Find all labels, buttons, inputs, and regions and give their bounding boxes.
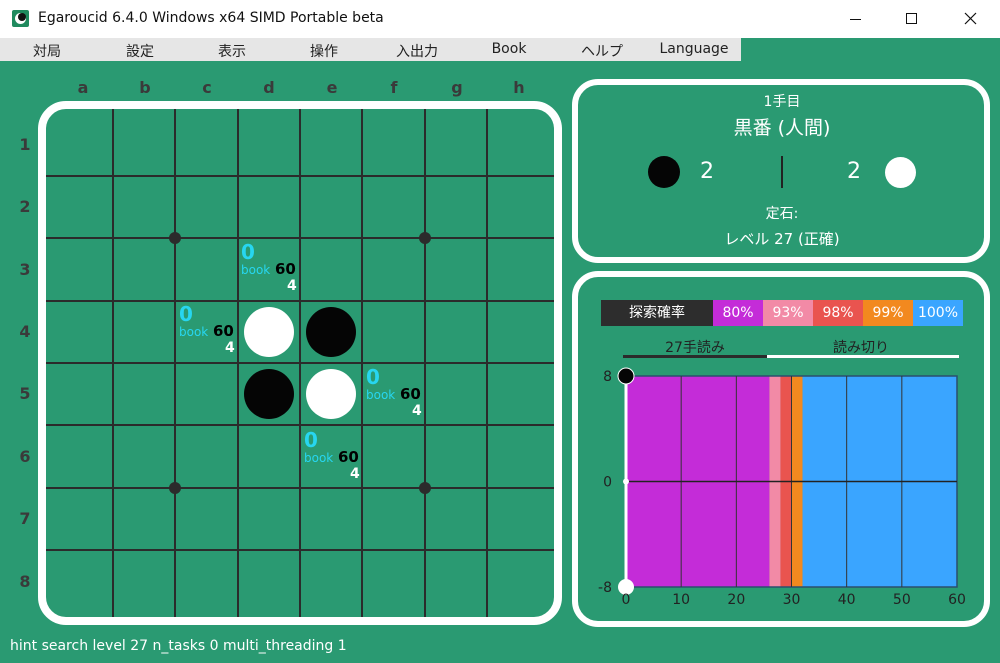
hint-depth: 4 xyxy=(287,278,297,294)
legend-80: 80% xyxy=(713,300,763,326)
legend-93: 93% xyxy=(763,300,813,326)
move-number: 1手目 xyxy=(763,94,801,110)
game-board[interactable]: 0 book 60 4 0 book 60 4 0 book 60 4 0 bo… xyxy=(38,101,562,625)
black-stone xyxy=(306,307,356,357)
hint-value: 0 xyxy=(179,302,193,326)
x-tick-label: 20 xyxy=(727,592,745,608)
column-label: c xyxy=(202,78,212,97)
tab-endgame[interactable]: 読み切り xyxy=(796,337,926,357)
title-bar: Egaroucid 6.4.0 Windows x64 SIMD Portabl… xyxy=(0,0,1000,38)
column-label: e xyxy=(326,78,338,97)
black-count: 2 xyxy=(700,159,714,184)
maximize-icon xyxy=(906,13,917,24)
menu-language[interactable]: Language xyxy=(654,41,734,57)
x-tick-label: 30 xyxy=(783,592,801,608)
row-label: 4 xyxy=(19,322,31,341)
hint-level: 60 xyxy=(275,260,296,278)
column-label: b xyxy=(139,78,151,97)
hint-cell-d3[interactable]: 0 book 60 4 xyxy=(239,239,300,300)
x-tick-label: 10 xyxy=(672,592,690,608)
white-disc-icon xyxy=(885,157,916,188)
hint-book-label: book xyxy=(179,325,209,339)
app-icon xyxy=(12,10,29,27)
menu-settings[interactable]: 設定 xyxy=(100,41,180,61)
column-label: a xyxy=(77,78,89,97)
column-label: g xyxy=(451,78,463,97)
menu-io[interactable]: 入出力 xyxy=(377,41,457,61)
row-label: 7 xyxy=(19,509,31,528)
menu-help[interactable]: ヘルプ xyxy=(562,41,642,61)
hint-book-label: book xyxy=(366,388,396,402)
row-label: 1 xyxy=(19,135,31,154)
hint-cell-c4[interactable]: 0 book 60 4 xyxy=(177,301,238,362)
row-label: 6 xyxy=(19,447,31,466)
hint-level: 60 xyxy=(338,448,359,466)
x-tick-label: 60 xyxy=(948,592,966,608)
y-tick-label: 8 xyxy=(603,369,612,385)
close-icon xyxy=(964,12,977,25)
board-grid xyxy=(46,109,554,617)
black-disc-icon xyxy=(648,156,680,188)
hint-book-label: book xyxy=(304,451,334,465)
graph-black-marker xyxy=(617,367,635,385)
minimize-icon xyxy=(850,19,861,20)
black-stone xyxy=(244,369,294,419)
white-stone xyxy=(244,307,294,357)
menu-operation[interactable]: 操作 xyxy=(284,41,364,61)
close-button[interactable] xyxy=(946,0,992,38)
hint-level: 60 xyxy=(400,385,421,403)
row-label: 2 xyxy=(19,197,31,216)
row-label: 5 xyxy=(19,384,31,403)
column-label: d xyxy=(263,78,275,97)
menu-book[interactable]: Book xyxy=(469,41,549,57)
hint-depth: 4 xyxy=(225,340,235,356)
tab-underline-right xyxy=(767,355,959,358)
y-tick-label: -8 xyxy=(598,580,612,596)
hint-level: 60 xyxy=(213,322,234,340)
hint-depth: 4 xyxy=(412,403,422,419)
x-tick-label: 40 xyxy=(838,592,856,608)
column-label: f xyxy=(390,78,398,97)
hint-cell-e6[interactable]: 0 book 60 4 xyxy=(302,427,363,488)
menu-game[interactable]: 対局 xyxy=(7,41,87,61)
legend-98: 98% xyxy=(813,300,863,326)
tab-underline-left xyxy=(623,355,767,358)
legend-search-probability: 探索確率 xyxy=(601,300,713,326)
menu-display[interactable]: 表示 xyxy=(192,41,272,61)
evaluation-graph[interactable]: 0 10 20 30 40 50 60 8 0 -8 xyxy=(590,365,980,610)
x-tick-label: 0 xyxy=(622,592,631,608)
white-stone xyxy=(306,369,356,419)
legend-99: 99% xyxy=(863,300,913,326)
hint-value: 0 xyxy=(304,428,318,452)
minimize-button[interactable] xyxy=(832,0,878,38)
tab-27-moves[interactable]: 27手読み xyxy=(630,337,760,357)
column-label: h xyxy=(513,78,525,97)
turn-indicator: 黒番 (人間) xyxy=(733,117,831,139)
ai-level: レベル 27 (正確) xyxy=(724,230,840,248)
white-count: 2 xyxy=(847,159,861,184)
hint-cell-f5[interactable]: 0 book 60 4 xyxy=(364,364,425,425)
score-divider xyxy=(781,156,783,188)
row-label: 3 xyxy=(19,260,31,279)
y-tick-label: 0 xyxy=(603,475,612,491)
window-title: Egaroucid 6.4.0 Windows x64 SIMD Portabl… xyxy=(38,10,384,26)
row-label: 8 xyxy=(19,572,31,591)
legend-100: 100% xyxy=(913,300,963,326)
hint-depth: 4 xyxy=(350,466,360,482)
x-tick-label: 50 xyxy=(893,592,911,608)
graph-point xyxy=(623,478,629,485)
maximize-button[interactable] xyxy=(888,0,934,38)
opening-label: 定石: xyxy=(765,206,799,222)
status-bar: hint search level 27 n_tasks 0 multi_thr… xyxy=(10,638,347,654)
menu-bar: 対局 設定 表示 操作 入出力 Book ヘルプ Language xyxy=(0,38,741,61)
hint-value: 0 xyxy=(366,365,380,389)
hint-value: 0 xyxy=(241,240,255,264)
hint-book-label: book xyxy=(241,263,271,277)
